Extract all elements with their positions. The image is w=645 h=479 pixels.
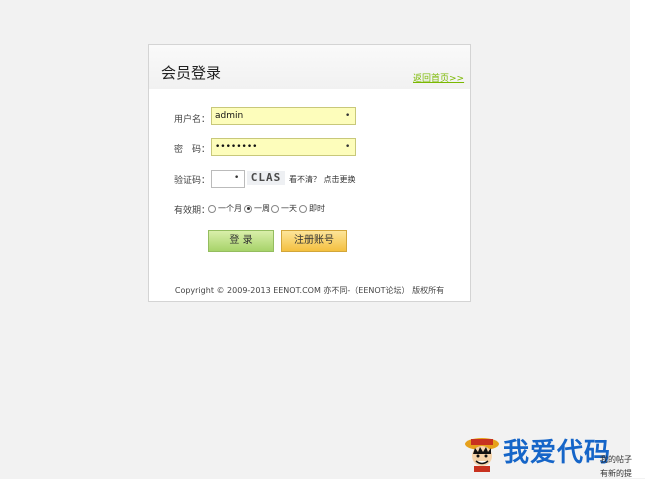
copyright-text: Copyright © 2009-2013 EENOT.COM 亦不同-（EEN… xyxy=(174,286,445,295)
register-button[interactable]: 注册账号 xyxy=(281,230,347,252)
username-label: 用户名： xyxy=(174,115,211,125)
login-panel: 会员登录 返回首页>> 用户名： • 密 码： • 验证码： • CLAS 看不… xyxy=(148,44,471,302)
remember-option-day[interactable]: 一天 xyxy=(271,203,297,214)
page-title: 会员登录 xyxy=(161,64,222,82)
brand-watermark: 我爱代码 xyxy=(503,438,612,468)
password-input[interactable] xyxy=(211,138,356,156)
captcha-refresh-link[interactable]: 看不清？ 点击更换 xyxy=(289,174,356,185)
captcha-label: 验证码： xyxy=(174,176,211,186)
radio-icon xyxy=(208,204,216,213)
radio-icon xyxy=(299,204,307,213)
captcha-input[interactable]: • xyxy=(211,170,245,188)
password-input-marker: • xyxy=(345,142,351,152)
mascot-logo-icon xyxy=(465,438,499,472)
back-to-home-link[interactable]: 返回首页>> xyxy=(413,71,464,84)
login-header: 会员登录 返回首页>> xyxy=(149,45,470,89)
radio-icon xyxy=(271,204,279,213)
notification-text: 我的帖子 xyxy=(600,455,632,464)
login-button[interactable]: 登 录 xyxy=(208,230,274,252)
right-strip xyxy=(630,0,645,478)
remember-option-week[interactable]: 一周 xyxy=(244,203,270,214)
remember-option-month[interactable]: 一个月 xyxy=(208,203,242,214)
remember-option-instant[interactable]: 即时 xyxy=(299,203,325,214)
password-label: 密 码： xyxy=(174,145,211,155)
notification-text-2: 有新的提 xyxy=(600,469,632,478)
remember-label: 有效期： xyxy=(174,206,211,216)
username-input-marker: • xyxy=(345,111,351,121)
username-input[interactable] xyxy=(211,107,356,125)
radio-checked-icon xyxy=(244,204,252,213)
captcha-image[interactable]: CLAS xyxy=(247,171,285,185)
